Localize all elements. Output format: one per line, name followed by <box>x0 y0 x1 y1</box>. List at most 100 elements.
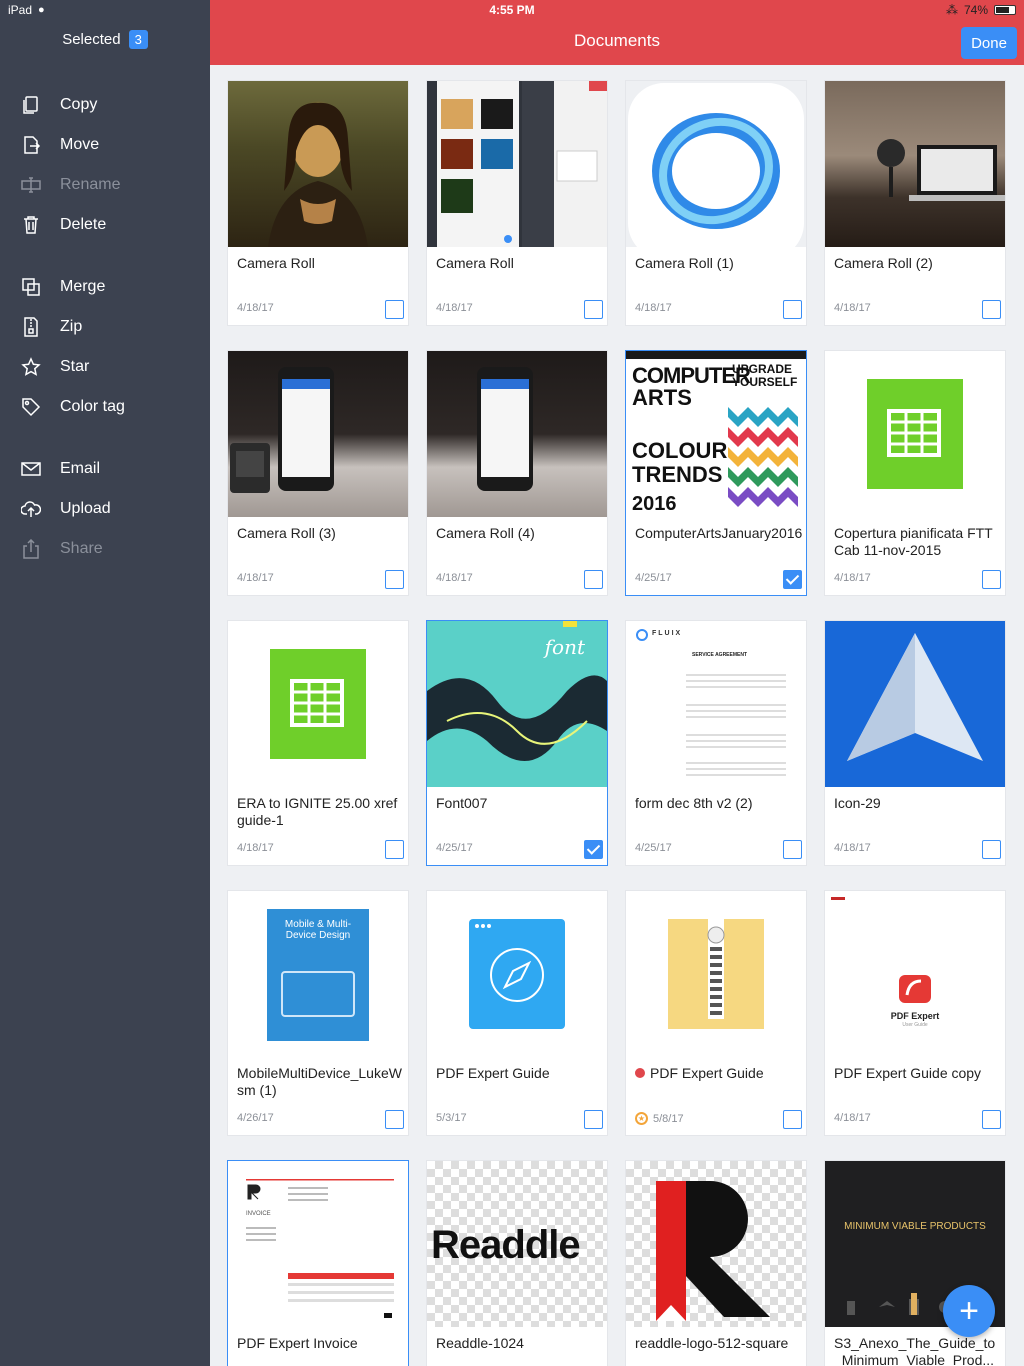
file-thumbnail <box>228 621 408 787</box>
select-checkbox[interactable] <box>982 1110 1001 1129</box>
file-name: readdle-logo-512-square <box>635 1335 789 1351</box>
select-checkbox[interactable] <box>385 300 404 319</box>
rename-label: Rename <box>60 176 121 193</box>
merge-action[interactable]: Merge <box>0 267 210 307</box>
file-date: 4/18/17 <box>436 302 473 314</box>
file-card[interactable]: PDF Expert Guide 5/3/17 <box>426 890 608 1136</box>
file-card[interactable]: INVOICE PDF Expert Invoice <box>227 1160 409 1366</box>
star-label: Star <box>60 358 90 375</box>
zip-action[interactable]: Zip <box>0 307 210 347</box>
file-date: 4/18/17 <box>237 842 274 854</box>
select-checkbox[interactable] <box>385 570 404 589</box>
magazine-side-text: UPGRADE YOURSELF <box>732 362 798 389</box>
file-name: Font007 <box>436 795 488 811</box>
red-color-tag <box>635 1068 645 1078</box>
file-thumbnail: Readdle <box>427 1161 607 1327</box>
copy-action[interactable]: Copy <box>0 85 210 125</box>
file-date: 4/18/17 <box>834 842 871 854</box>
file-card[interactable]: Readdle Readdle-1024 <box>426 1160 608 1366</box>
battery-icon <box>994 5 1016 15</box>
select-checkbox[interactable] <box>982 570 1001 589</box>
file-thumbnail <box>626 81 806 247</box>
action-menu: Copy Move Rename Delete Merge Zip Star C… <box>0 85 210 569</box>
color-tag-action[interactable]: Color tag <box>0 387 210 427</box>
file-name: Copertura pianificata FTTCab 11-nov-2015 <box>834 525 993 558</box>
select-checkbox[interactable] <box>783 840 802 859</box>
file-card[interactable]: Camera Roll (1) 4/18/17 <box>625 80 807 326</box>
delete-label: Delete <box>60 216 107 233</box>
file-card[interactable]: Copertura pianificata FTTCab 11-nov-2015… <box>824 350 1006 596</box>
file-card[interactable]: Mobile & Multi-Device Design MobileMulti… <box>227 890 409 1136</box>
file-card[interactable]: Camera Roll 4/18/17 <box>426 80 608 326</box>
select-checkbox[interactable] <box>584 840 603 859</box>
star-icon <box>20 356 42 378</box>
file-thumbnail <box>228 81 408 247</box>
file-name: Camera Roll <box>237 255 315 271</box>
select-checkbox[interactable] <box>783 570 802 589</box>
file-card[interactable]: Camera Roll (2) 4/18/17 <box>824 80 1006 326</box>
select-checkbox[interactable] <box>584 570 603 589</box>
move-action[interactable]: Move <box>0 125 210 165</box>
file-name: PDF Expert Guide <box>436 1065 550 1081</box>
mvp-title: MINIMUM VIABLE PRODUCTS <box>844 1221 986 1232</box>
select-checkbox[interactable] <box>584 300 603 319</box>
file-card[interactable]: Icon-29 4/18/17 <box>824 620 1006 866</box>
delete-action[interactable]: Delete <box>0 205 210 245</box>
select-checkbox[interactable] <box>385 1110 404 1129</box>
file-card[interactable]: PDF Expert User Guide PDF Expert Guide c… <box>824 890 1006 1136</box>
file-card[interactable]: PDF Expert Guide ★ 5/8/17 <box>625 890 807 1136</box>
select-checkbox[interactable] <box>783 1110 802 1129</box>
file-thumbnail: PDF Expert User Guide <box>825 891 1005 1057</box>
file-card[interactable]: font Font007 4/25/17 <box>426 620 608 866</box>
pdf-expert-label: PDF Expert <box>890 1011 940 1021</box>
email-action[interactable]: Email <box>0 449 210 489</box>
merge-icon <box>20 276 42 298</box>
file-thumbnail <box>427 81 607 247</box>
file-date: 4/25/17 <box>635 572 672 584</box>
file-thumbnail <box>825 351 1005 517</box>
bluetooth-icon: ⁂ <box>945 3 958 17</box>
font-word: font <box>544 635 585 659</box>
select-checkbox[interactable] <box>783 300 802 319</box>
select-checkbox[interactable] <box>982 840 1001 859</box>
upload-label: Upload <box>60 500 111 517</box>
file-card[interactable]: readdle-logo-512-square <box>625 1160 807 1366</box>
file-card[interactable]: Camera Roll 4/18/17 <box>227 80 409 326</box>
rename-action[interactable]: Rename <box>0 165 210 205</box>
select-checkbox[interactable] <box>385 840 404 859</box>
file-thumbnail: Mobile & Multi-Device Design <box>228 891 408 1057</box>
upload-action[interactable]: Upload <box>0 489 210 529</box>
file-card[interactable]: ERA to IGNITE 25.00 xref guide-1 4/18/17 <box>227 620 409 866</box>
file-thumbnail <box>626 891 806 1057</box>
magazine-trends: COLOUR TRENDS <box>632 438 728 487</box>
pdf-expert-sublabel: User Guide <box>902 1022 928 1028</box>
sidebar: Selected 3 Copy Move Rename Delete Merge… <box>0 0 210 1366</box>
file-date: 4/18/17 <box>237 302 274 314</box>
select-checkbox[interactable] <box>584 1110 603 1129</box>
merge-label: Merge <box>60 278 106 295</box>
file-card[interactable]: Camera Roll (3) 4/18/17 <box>227 350 409 596</box>
zip-label: Zip <box>60 318 83 335</box>
file-thumbnail: INVOICE <box>228 1161 408 1327</box>
file-name: PDF Expert Guide copy <box>834 1065 982 1081</box>
file-date: 4/18/17 <box>834 572 871 584</box>
star-action[interactable]: Star <box>0 347 210 387</box>
file-thumbnail <box>427 891 607 1057</box>
file-date: 4/18/17 <box>834 1112 871 1124</box>
file-card[interactable]: FLUIX SERVICE AGREEMENT form dec 8th v2 … <box>625 620 807 866</box>
add-button[interactable]: + <box>943 1285 995 1337</box>
file-card[interactable]: COMPUTER ARTS UPGRADE YOURSELF COLOUR TR… <box>625 350 807 596</box>
file-date: 4/18/17 <box>834 302 871 314</box>
move-label: Move <box>60 136 100 153</box>
share-action[interactable]: Share <box>0 529 210 569</box>
wifi-icon: ● <box>38 4 45 16</box>
file-thumbnail <box>825 621 1005 787</box>
file-thumbnail <box>626 1161 806 1327</box>
file-card[interactable]: Camera Roll (4) 4/18/17 <box>426 350 608 596</box>
file-date: 4/18/17 <box>436 572 473 584</box>
select-checkbox[interactable] <box>982 300 1001 319</box>
form-brand: FLUIX <box>652 630 683 637</box>
file-date: 4/26/17 <box>237 1112 274 1124</box>
done-button[interactable]: Done <box>961 27 1017 59</box>
file-date: 4/25/17 <box>635 842 672 854</box>
